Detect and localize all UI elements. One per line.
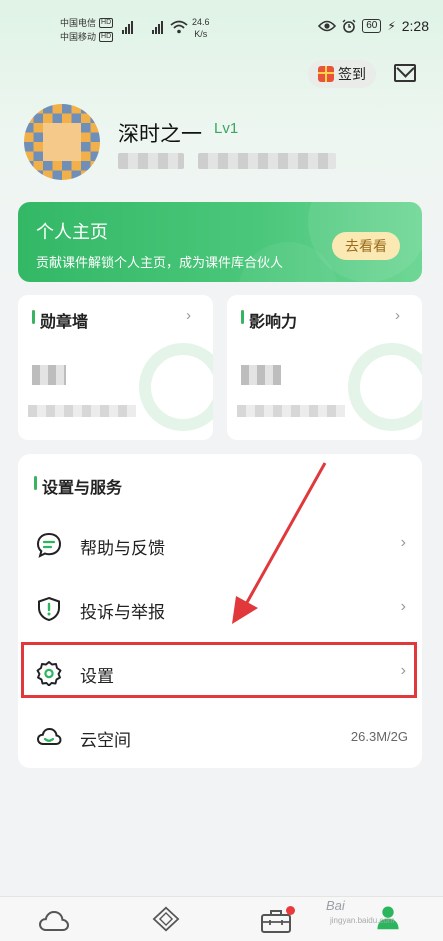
baidu-watermark-url: jingyan.baidu.com	[330, 916, 395, 925]
notification-badge	[286, 906, 295, 915]
cloud-icon[interactable]	[38, 908, 70, 934]
annotation-arrow	[232, 462, 327, 624]
diamond-icon[interactable]	[150, 906, 182, 932]
baidu-watermark: Bai	[326, 898, 345, 913]
